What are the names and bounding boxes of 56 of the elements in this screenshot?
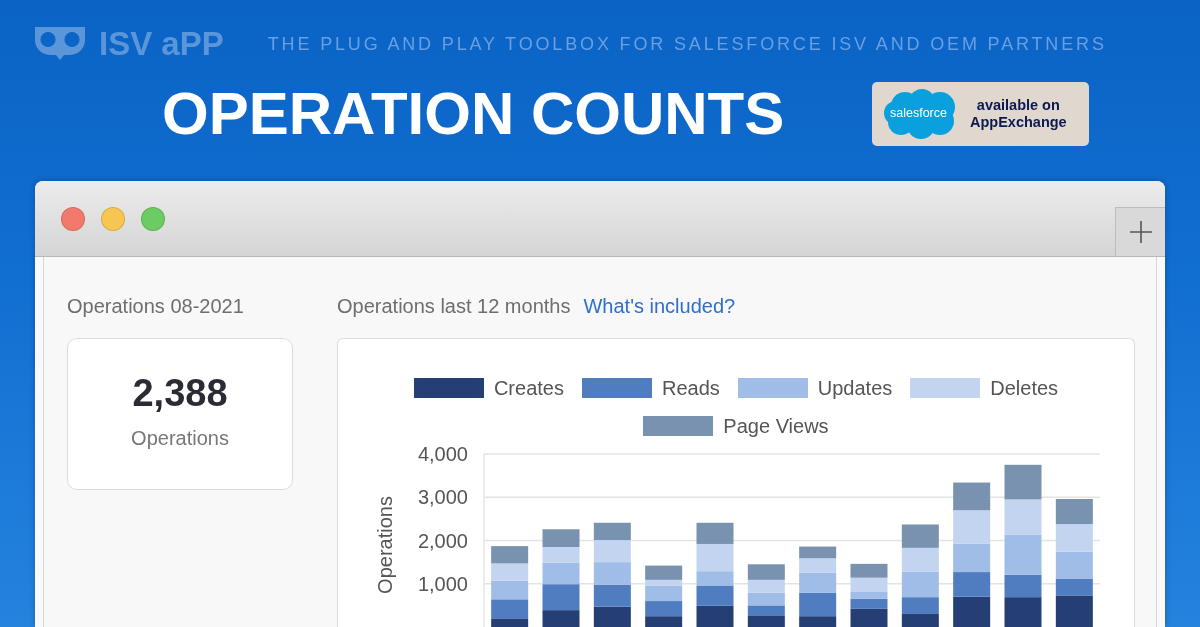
bar-segment <box>850 563 888 578</box>
bar-segment <box>953 509 991 544</box>
bar-segment <box>593 522 631 540</box>
page-title: OPERATION COUNTS <box>162 82 785 146</box>
legend-label: Page Views <box>723 415 829 436</box>
bar-segment <box>953 571 991 597</box>
section-heading: Operations 08-2021 <box>67 294 245 318</box>
axis-tick-label: 1,000 <box>417 572 468 595</box>
badge-text: available on AppExchange <box>970 97 1067 131</box>
close-button[interactable] <box>61 206 85 231</box>
bar-segment <box>542 562 580 584</box>
bar-segment <box>1055 498 1093 524</box>
legend-label: Updates <box>817 377 893 398</box>
bar-segment <box>747 563 785 580</box>
bar-segment <box>953 596 991 627</box>
cloud-icon <box>884 88 958 140</box>
stat-value: 2,388 <box>132 371 228 415</box>
section-heading: Operations last 12 months <box>337 294 571 318</box>
minimize-button[interactable] <box>101 206 125 231</box>
tagline: THE PLUG AND PLAY TOOLBOX FOR SALESFORCE ISV AND OEM PARTNERS <box>267 33 1107 54</box>
bar-segment <box>593 539 631 562</box>
help-link[interactable]: What's included? <box>583 294 736 318</box>
mask-logo-icon <box>35 27 85 60</box>
bar-segment <box>593 561 631 585</box>
bar-segment <box>953 543 991 572</box>
axis-tick-label: 3,000 <box>417 485 468 508</box>
legend-label: Creates <box>493 377 564 398</box>
bar-segment <box>799 572 837 593</box>
logo-text: ISV aPP <box>99 27 224 60</box>
maximize-button[interactable] <box>141 206 165 231</box>
legend-label: Reads <box>661 377 720 398</box>
stat-caption: Operations <box>131 426 229 450</box>
bar-segment <box>901 547 939 572</box>
bar-segment <box>696 585 734 606</box>
bar-segment <box>1055 523 1093 552</box>
axis-title: Operations <box>374 495 396 594</box>
bar-segment <box>696 605 734 627</box>
bar-segment <box>491 545 529 563</box>
bar-segment <box>1004 498 1042 535</box>
logo-text: salesforce <box>890 106 947 121</box>
bar-segment <box>901 524 939 548</box>
bar-segment <box>593 584 631 607</box>
bar-segment <box>747 604 785 615</box>
legend-label: Deletes <box>990 377 1059 398</box>
bar-segment <box>1004 464 1042 499</box>
axis-tick-label: 4,000 <box>417 442 468 465</box>
plus-icon <box>1129 221 1152 243</box>
bar-segment <box>542 528 580 547</box>
bar-segment <box>593 606 631 627</box>
bar-segment <box>1004 596 1042 627</box>
add-button[interactable] <box>1115 207 1165 256</box>
bar-segment <box>696 522 734 544</box>
bar-segment <box>645 615 683 627</box>
axis-tick-label: 2,000 <box>417 529 468 551</box>
bar-segment <box>953 482 991 510</box>
bar-segment <box>799 546 837 558</box>
